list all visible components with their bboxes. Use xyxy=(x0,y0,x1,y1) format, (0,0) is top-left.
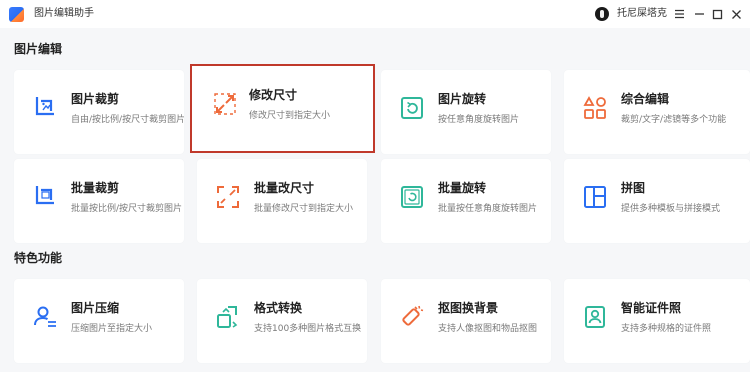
batch-resize-icon xyxy=(215,184,241,210)
card-desc: 修改尺寸到指定大小 xyxy=(249,111,331,121)
card-title: 批量旋转 xyxy=(438,181,487,195)
card-desc: 支持多种规格的证件照 xyxy=(621,324,712,334)
card-cutout[interactable]: 抠图换背景 支持人像抠图和物品抠图 xyxy=(381,279,551,363)
section-title-special: 特色功能 xyxy=(14,251,63,265)
user-name[interactable]: 托尼屎塔克 xyxy=(617,7,667,21)
card-desc: 支持人像抠图和物品抠图 xyxy=(438,324,538,334)
convert-icon xyxy=(215,304,241,330)
rotate-icon xyxy=(399,95,425,121)
section-title-edit: 图片编辑 xyxy=(14,42,63,56)
id-photo-icon xyxy=(582,304,608,330)
card-batch-rotate[interactable]: 批量旋转 批量按任意角度旋转图片 xyxy=(381,159,551,243)
card-title: 批量改尺寸 xyxy=(254,181,315,195)
card-title: 格式转换 xyxy=(254,301,303,315)
card-title: 智能证件照 xyxy=(621,301,682,315)
card-collage[interactable]: 拼图 提供多种模板与拼接模式 xyxy=(564,159,750,243)
user-avatar[interactable] xyxy=(595,7,609,21)
card-desc: 批量按比例/按尺寸裁剪图片 xyxy=(71,204,183,214)
card-title: 拼图 xyxy=(621,181,646,195)
maximize-icon[interactable] xyxy=(709,6,725,22)
card-title: 图片旋转 xyxy=(438,92,487,106)
card-batch-resize[interactable]: 批量改尺寸 批量修改尺寸到指定大小 xyxy=(197,159,367,243)
close-icon[interactable] xyxy=(728,6,744,22)
batch-crop-icon xyxy=(32,184,58,210)
card-id-photo[interactable]: 智能证件照 支持多种规格的证件照 xyxy=(564,279,750,363)
card-rotate[interactable]: 图片旋转 按任意角度旋转图片 xyxy=(381,70,551,154)
card-title: 批量裁剪 xyxy=(71,181,120,195)
card-title: 抠图换背景 xyxy=(438,301,499,315)
cutout-icon xyxy=(399,304,425,330)
collage-icon xyxy=(582,184,608,210)
card-desc: 批量修改尺寸到指定大小 xyxy=(254,204,354,214)
card-title: 图片裁剪 xyxy=(71,92,120,106)
card-desc: 支持100多种图片格式互换 xyxy=(254,324,362,334)
app-logo-icon xyxy=(9,7,24,22)
card-desc: 自由/按比例/按尺寸裁剪图片 xyxy=(71,115,184,125)
card-title: 图片压缩 xyxy=(71,301,120,315)
card-desc: 批量按任意角度旋转图片 xyxy=(438,204,538,214)
card-crop[interactable]: 图片裁剪 自由/按比例/按尺寸裁剪图片 xyxy=(14,70,184,154)
card-desc: 提供多种模板与拼接模式 xyxy=(621,204,721,214)
title-bar: 图片编辑助手 托尼屎塔克 xyxy=(0,0,750,28)
card-editor[interactable]: 综合编辑 裁剪/文字/滤镜等多个功能 xyxy=(564,70,750,154)
shapes-icon xyxy=(582,95,608,121)
card-batch-crop[interactable]: 批量裁剪 批量按比例/按尺寸裁剪图片 xyxy=(14,159,184,243)
card-title: 修改尺寸 xyxy=(249,88,298,102)
minimize-icon[interactable] xyxy=(691,6,707,22)
app-title: 图片编辑助手 xyxy=(34,8,94,19)
resize-icon xyxy=(212,91,238,117)
card-title: 综合编辑 xyxy=(621,92,670,106)
crop-icon xyxy=(32,95,58,121)
card-resize[interactable]: 修改尺寸 修改尺寸到指定大小 xyxy=(190,64,375,153)
card-compress[interactable]: 图片压缩 压缩图片至指定大小 xyxy=(14,279,184,363)
compress-icon xyxy=(32,304,58,330)
card-desc: 按任意角度旋转图片 xyxy=(438,115,520,125)
menu-icon[interactable] xyxy=(671,6,687,22)
card-convert[interactable]: 格式转换 支持100多种图片格式互换 xyxy=(197,279,367,363)
card-desc: 压缩图片至指定大小 xyxy=(71,324,153,334)
card-desc: 裁剪/文字/滤镜等多个功能 xyxy=(621,115,727,125)
batch-rotate-icon xyxy=(399,184,425,210)
